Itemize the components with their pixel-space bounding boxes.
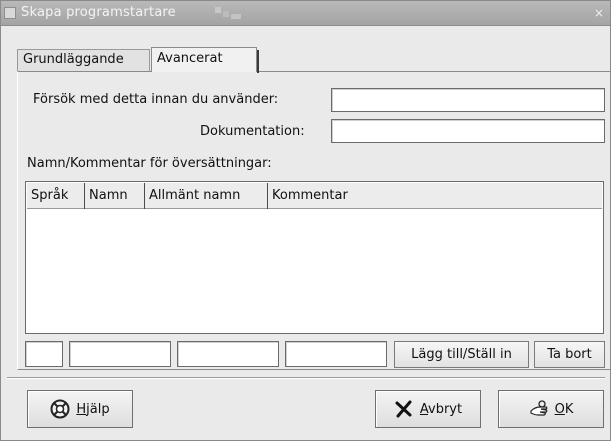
tab-basic-label: Grundläggande bbox=[23, 52, 124, 67]
window-title: Skapa programstartare bbox=[21, 5, 176, 20]
cancel-x-icon bbox=[395, 400, 412, 418]
new-name-input[interactable] bbox=[69, 341, 171, 367]
tab-advanced[interactable]: Avancerat bbox=[151, 47, 259, 73]
column-comment[interactable]: Kommentar bbox=[268, 183, 604, 209]
ok-button[interactable]: OK bbox=[498, 390, 604, 428]
column-language[interactable]: Språk bbox=[27, 183, 85, 209]
remove-button[interactable]: Ta bort bbox=[534, 341, 605, 368]
new-generic-name-input[interactable] bbox=[177, 341, 279, 367]
new-language-input[interactable] bbox=[25, 341, 63, 367]
tab-basic[interactable]: Grundläggande bbox=[17, 49, 150, 72]
column-generic-name[interactable]: Allmänt namn bbox=[145, 183, 268, 209]
documentation-label: Dokumentation: bbox=[200, 124, 305, 139]
column-name[interactable]: Namn bbox=[85, 183, 145, 209]
add-set-button[interactable]: Lägg till/Ställ in bbox=[394, 341, 529, 368]
close-icon[interactable]: × bbox=[594, 6, 604, 20]
try-exec-input[interactable] bbox=[331, 88, 605, 112]
dialog-window: Skapa programstartare × Grundläggande Av… bbox=[0, 0, 611, 441]
documentation-input[interactable] bbox=[331, 119, 605, 143]
translations-label: Namn/Kommentar för översättningar: bbox=[27, 156, 272, 171]
tab-advanced-label: Avancerat bbox=[157, 51, 223, 66]
ok-hand-icon bbox=[530, 400, 547, 416]
title-bar[interactable]: Skapa programstartare × bbox=[1, 1, 610, 26]
title-decoration-icon bbox=[215, 7, 241, 19]
translations-header: Språk Namn Allmänt namn Kommentar bbox=[27, 183, 602, 209]
cancel-button[interactable]: Avbryt bbox=[375, 390, 481, 428]
cancel-label: Avbryt bbox=[419, 401, 463, 417]
help-label: Hjälp bbox=[76, 401, 110, 417]
try-exec-label: Försök med detta innan du använder: bbox=[33, 92, 279, 107]
translations-list[interactable]: Språk Namn Allmänt namn Kommentar bbox=[25, 181, 604, 334]
ok-label: OK bbox=[554, 401, 574, 417]
help-button[interactable]: Hjälp bbox=[27, 390, 133, 428]
new-comment-input[interactable] bbox=[285, 341, 387, 367]
separator bbox=[7, 377, 605, 379]
window-menu-icon[interactable] bbox=[4, 7, 16, 19]
lifebuoy-icon bbox=[50, 399, 70, 419]
